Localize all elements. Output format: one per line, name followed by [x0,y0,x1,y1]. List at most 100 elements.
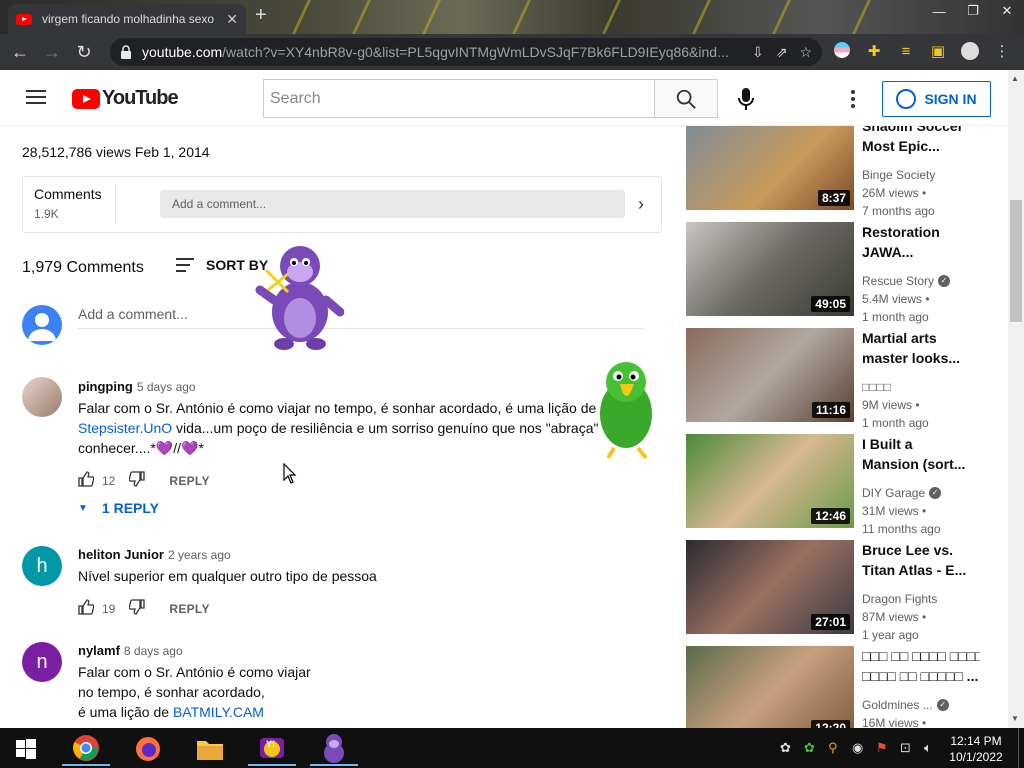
page-scrollbar[interactable] [1008,70,1024,728]
view-replies-button[interactable]: ▼ 1 REPLY [78,500,159,516]
file-explorer-taskbar-icon[interactable] [186,732,234,766]
settings-more-icon[interactable] [850,90,856,108]
new-tab-button[interactable]: + [255,4,267,27]
clock-date: 10/1/2022 [949,750,1003,764]
replies-label: 1 REPLY [101,500,159,516]
video-title[interactable]: Martial arts master looks... [862,328,980,368]
minimize-icon[interactable]: — [922,0,956,22]
extensions-puzzle-icon[interactable]: ✚ [864,42,884,62]
commenter-avatar[interactable]: h [22,546,62,586]
tab-close-icon[interactable]: ✕ [226,11,238,28]
video-channel[interactable]: DIY Garage ✓ [862,486,942,500]
video-thumbnail[interactable]: 49:05 [686,222,854,316]
microphone-icon[interactable] [736,87,756,111]
bonzi-buddy-taskbar-icon[interactable] [310,732,358,766]
extension-flag-icon[interactable] [832,42,852,62]
comment-link[interactable]: BATMILY.CAM [173,704,264,720]
reply-button[interactable]: REPLY [169,474,209,488]
comment-author[interactable]: pingping 5 days ago [78,379,196,394]
video-thumbnail[interactable]: 11:16 [686,328,854,422]
volume-icon[interactable]: 🔈︎ [924,740,932,756]
related-video-item[interactable]: 49:05 Restoration JAWA... Rescue Story ✓ 5… [686,222,1008,324]
related-video-item[interactable]: 8:37 Shaolin Soccer Most Epic... Binge So… [686,126,1008,218]
svg-text:Y!: Y! [266,739,275,749]
scrollbar-thumb[interactable] [1010,200,1022,322]
video-title[interactable]: □□□ □□ □□□□ □□□□ □□□□ □□ □□□□□ ... [862,646,980,686]
bookmark-star-icon[interactable]: ☆ [799,44,812,61]
comments-teaser-input[interactable]: Add a comment... [160,190,625,218]
forward-arrow-icon[interactable]: → [36,42,68,63]
bonzi-buddy-gorilla-icon[interactable] [254,240,345,352]
search-input[interactable] [263,79,655,118]
hamburger-menu-icon[interactable] [26,90,46,104]
tray-app-icon[interactable]: ◉ [852,740,863,756]
search-button[interactable] [654,79,718,118]
add-comment-input[interactable]: Add a comment... [78,306,188,322]
comment-text: Nível superior em qualquer outro tipo de… [78,568,377,584]
related-video-item[interactable]: 12:46 I Built a Mansion (sort... DIY Gara… [686,434,1008,536]
address-bar[interactable]: youtube.com/watch?v=XY4nbR8v-g0&list=PL5… [110,38,822,66]
commenter-avatar[interactable] [22,377,62,417]
restore-icon[interactable]: ❐ [956,0,990,22]
tray-app-icon[interactable]: ✿ [804,740,815,756]
thumbs-up-icon[interactable] [78,599,95,618]
comment-time: 5 days ago [136,380,196,394]
green-parrot-icon[interactable] [590,358,662,460]
commenter-avatar[interactable]: n [22,642,62,682]
chrome-taskbar-icon[interactable] [62,732,110,766]
install-app-icon[interactable]: ⇩ [752,44,764,61]
scroll-down-icon[interactable]: ▼ [1011,714,1019,723]
video-title[interactable]: Bruce Lee vs. Titan Atlas - E... [862,540,980,580]
video-thumbnail[interactable]: 27:01 [686,540,854,634]
profile-icon[interactable] [960,42,980,62]
side-panel-icon[interactable]: ▣ [928,42,948,62]
chrome-menu-icon[interactable]: ⋮ [992,42,1012,62]
video-title[interactable]: Shaolin Soccer Most Epic... [862,126,980,156]
video-thumbnail[interactable]: 12:46 [686,434,854,528]
comment-author[interactable]: heliton Junior 2 years ago [78,547,231,562]
video-channel[interactable]: Goldmines ... ✓ [862,698,949,712]
chevron-right-icon[interactable]: › [638,194,644,215]
video-thumbnail[interactable]: 8:37 [686,126,854,210]
video-channel[interactable]: Binge Society [862,168,935,182]
reply-button[interactable]: REPLY [169,602,209,616]
windows-start-icon[interactable] [2,732,50,766]
yahoo-messenger-taskbar-icon[interactable]: Y! [248,732,296,766]
comment-link[interactable]: Stepsister.UnO [78,420,172,436]
video-age: 1 month ago [862,416,929,430]
video-thumbnail[interactable]: 12:20 [686,646,854,728]
sign-in-button[interactable]: SIGN IN [882,81,991,117]
thumbs-up-icon[interactable] [78,471,95,490]
reload-icon[interactable]: ↻ [68,42,100,63]
comment-author[interactable]: nylamf 8 days ago [78,643,183,658]
media-control-icon[interactable]: ≡ [896,42,916,62]
system-clock[interactable]: 12:14 PM 10/1/2022 [944,733,1008,765]
verified-check-icon: ✓ [938,275,951,287]
show-desktop-button[interactable] [1018,728,1024,768]
back-arrow-icon[interactable]: ← [4,42,36,63]
related-video-item[interactable]: 27:01 Bruce Lee vs. Titan Atlas - E... Dr… [686,540,1008,642]
firefox-taskbar-icon[interactable] [124,732,172,766]
window-close-icon[interactable]: ✕ [990,0,1024,22]
youtube-logo[interactable]: YouTube [72,87,179,110]
video-title[interactable]: Restoration JAWA... [862,222,980,262]
comments-teaser-count: 1.9K [34,207,59,221]
share-icon[interactable]: ⇗ [776,44,788,61]
sign-in-label: SIGN IN [924,91,977,107]
video-title[interactable]: I Built a Mansion (sort... [862,434,980,474]
video-channel[interactable]: □□□□ [862,380,891,394]
video-channel[interactable]: Rescue Story ✓ [862,274,951,288]
tray-app-icon[interactable]: ✿ [780,740,791,756]
tray-app-icon[interactable]: ⚑ [876,740,888,756]
browser-tab[interactable]: virgem ficando molhadinha sexo ✕ [8,4,246,34]
comment-actions: 19 REPLY [78,599,210,618]
related-video-item[interactable]: 12:20 □□□ □□ □□□□ □□□□ □□□□ □□ □□□□□ ... … [686,646,1008,728]
verified-check-icon: ✓ [936,699,949,711]
network-icon[interactable]: ⊡ [900,740,911,756]
tray-search-icon[interactable]: ⚲ [828,740,838,756]
related-video-item[interactable]: 11:16 Martial arts master looks... □□□□ 9… [686,328,1008,430]
thumbs-down-icon[interactable] [128,599,146,618]
scroll-up-icon[interactable]: ▲ [1011,74,1019,83]
video-channel[interactable]: Dragon Fights [862,592,937,606]
thumbs-down-icon[interactable] [128,471,146,490]
